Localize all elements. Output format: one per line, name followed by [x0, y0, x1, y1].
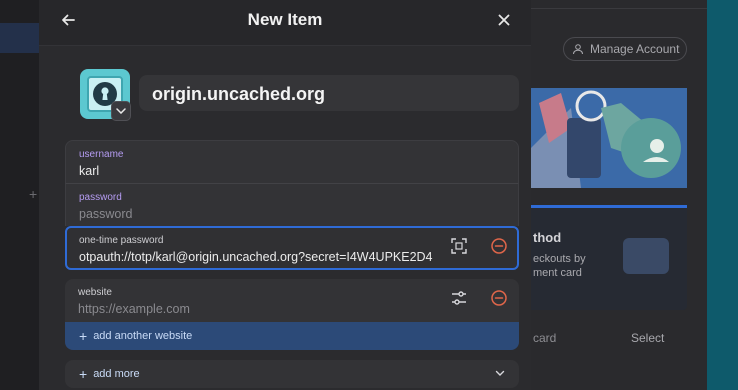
website-placeholder[interactable]: https://example.com: [78, 301, 506, 317]
background-select-button[interactable]: Select: [631, 331, 664, 345]
background-selected-row: [0, 23, 40, 53]
background-sidebar: +: [0, 0, 40, 390]
new-item-modal: New Item origin.uncached.org username ka…: [39, 0, 531, 390]
remove-otp-minus-circle-icon[interactable]: [490, 237, 508, 255]
password-placeholder[interactable]: password: [79, 206, 505, 222]
add-more-button[interactable]: + add more: [65, 360, 519, 388]
plus-icon: +: [79, 366, 88, 382]
promo-illustration: [531, 88, 687, 188]
promo-card-image: [623, 238, 669, 274]
password-field[interactable]: password password: [65, 183, 519, 226]
chevron-down-icon[interactable]: [495, 368, 505, 378]
background-card-label: card: [533, 331, 557, 345]
qr-scan-icon[interactable]: [450, 237, 468, 255]
add-another-website-button[interactable]: + add another website: [65, 322, 519, 350]
add-more-label: add more: [93, 368, 140, 380]
manage-account-button[interactable]: Manage Account: [563, 37, 687, 61]
background-panel: Manage Account thod eckouts by ment card…: [531, 0, 707, 390]
modal-header: New Item: [39, 0, 531, 46]
plus-icon: +: [79, 328, 88, 344]
username-field[interactable]: username karl: [65, 140, 519, 183]
close-icon[interactable]: [495, 11, 513, 29]
modal-title: New Item: [247, 10, 323, 29]
password-label: password: [79, 192, 122, 203]
promo-card-title: thod: [533, 230, 562, 245]
manage-account-label: Manage Account: [590, 42, 680, 56]
remove-website-minus-circle-icon[interactable]: [490, 289, 508, 307]
promo-card-line-1: eckouts by: [533, 253, 586, 265]
otp-label: one-time password: [79, 235, 164, 246]
background-teal-strip: [707, 0, 738, 390]
website-options-sliders-icon[interactable]: [450, 289, 468, 307]
username-value[interactable]: karl: [79, 163, 505, 179]
user-icon: [573, 44, 583, 55]
otp-value[interactable]: otpauth://totp/karl@origin.uncached.org?…: [79, 249, 505, 265]
add-another-website-label: add another website: [93, 330, 193, 342]
username-label: username: [79, 149, 124, 160]
item-name-input[interactable]: origin.uncached.org: [139, 75, 519, 111]
promo-card[interactable]: thod eckouts by ment card: [531, 205, 687, 310]
icon-chevron-down-icon[interactable]: [111, 101, 131, 121]
website-label: website: [78, 287, 112, 298]
background-plus-icon: +: [29, 186, 38, 202]
promo-card-line-2: ment card: [533, 267, 582, 279]
